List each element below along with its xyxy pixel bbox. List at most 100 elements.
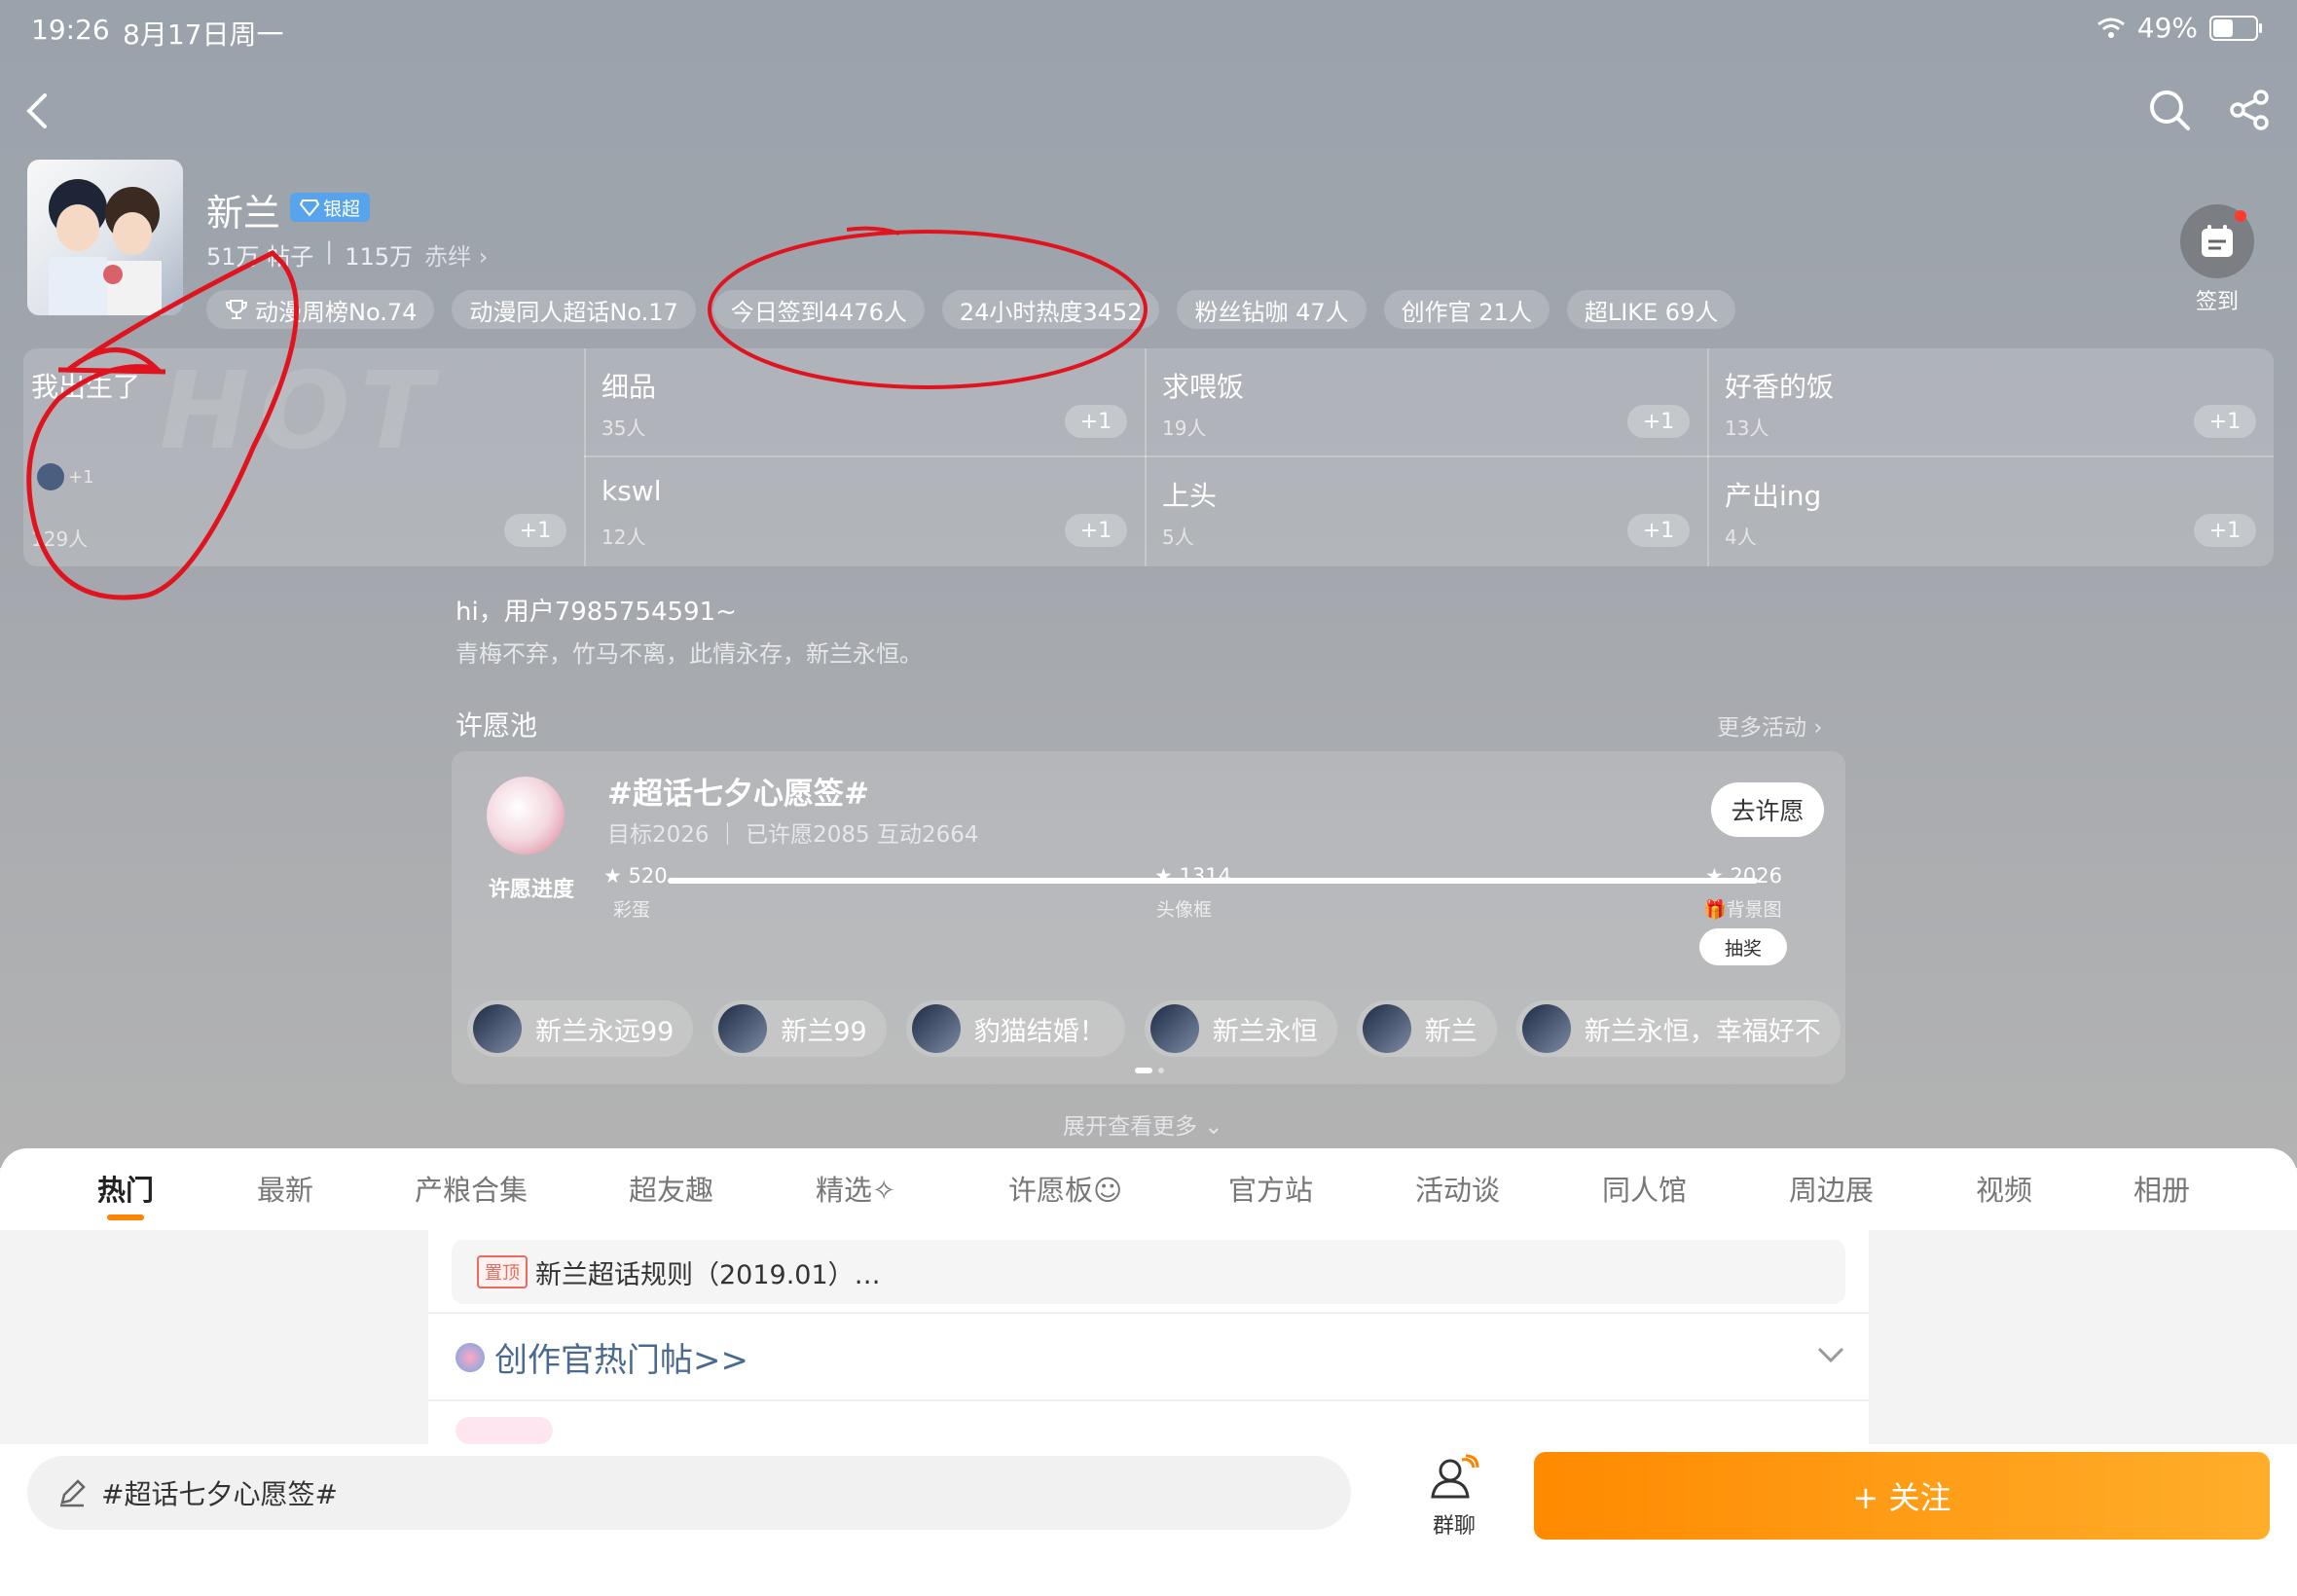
wisher-chip[interactable]: 新兰永远99 bbox=[467, 1000, 694, 1057]
reaction-cell[interactable]: 求喂饭 19人 +1 bbox=[1145, 348, 1707, 457]
reaction-name: 产出ing bbox=[1725, 480, 1822, 512]
compose-input[interactable]: #超话七夕心愿签# bbox=[27, 1456, 1351, 1530]
status-date: 8月17日周一 bbox=[123, 18, 284, 51]
tab-merch[interactable]: 周边展 bbox=[1789, 1168, 1874, 1209]
reaction-big-cell[interactable]: HOT 我出生了 +1 129人 +1 bbox=[23, 348, 586, 566]
plus-one-button[interactable]: +1 bbox=[1627, 405, 1690, 438]
reaction-column: 求喂饭 19人 +1 上头 5人 +1 bbox=[1145, 348, 1709, 566]
plus-one-button[interactable]: +1 bbox=[2194, 514, 2256, 547]
wisher-chip[interactable]: 新兰 bbox=[1356, 1000, 1497, 1057]
tab-wishboard[interactable]: 许愿板☺ bbox=[1008, 1168, 1122, 1209]
wisher-chip[interactable]: 新兰永恒 bbox=[1144, 1000, 1337, 1057]
tag-superlike[interactable]: 超LIKE 69人 bbox=[1566, 290, 1736, 329]
tab-fanart[interactable]: 同人馆 bbox=[1602, 1168, 1687, 1209]
tag-fan-rank[interactable]: 动漫同人超话No.17 bbox=[452, 290, 696, 329]
user-avatar bbox=[1521, 1004, 1571, 1053]
plus-one-button[interactable]: +1 bbox=[1627, 514, 1690, 547]
tab-featured[interactable]: 精选✧ bbox=[816, 1168, 895, 1209]
reaction-count: 12人 bbox=[602, 526, 646, 549]
tag-diamond-fans[interactable]: 粉丝钻咖 47人 bbox=[1177, 290, 1367, 329]
tag-weekly-rank[interactable]: 动漫周榜No.74 bbox=[206, 290, 435, 329]
more-activities-link[interactable]: 更多活动 › bbox=[1717, 708, 1823, 742]
tag-creators[interactable]: 创作官 21人 bbox=[1383, 290, 1550, 329]
user-avatar bbox=[37, 463, 64, 490]
supertopic-avatar[interactable] bbox=[27, 160, 183, 315]
tab-friends[interactable]: 超友趣 bbox=[629, 1168, 713, 1209]
signin-button[interactable]: 签到 bbox=[2178, 204, 2256, 315]
gift-box-icon bbox=[487, 777, 565, 854]
featured-icon: ✧ bbox=[872, 1174, 896, 1207]
reaction-name: 好香的饭 bbox=[1725, 371, 1835, 403]
search-icon[interactable] bbox=[2145, 86, 2194, 134]
plus-one-button[interactable]: +1 bbox=[2194, 405, 2256, 438]
avatar-art-icon bbox=[49, 179, 162, 315]
reaction-cell[interactable]: kswl 12人 +1 bbox=[584, 457, 1145, 566]
supertopic-header-area: 19:26 8月17日周一 49% 新兰 银超 51万 帖子 | 115万 赤绊… bbox=[0, 0, 2297, 1168]
back-icon[interactable] bbox=[18, 88, 56, 134]
reaction-cell[interactable]: 上头 5人 +1 bbox=[1145, 457, 1707, 566]
tab-events[interactable]: 活动谈 bbox=[1415, 1168, 1500, 1209]
wisher-chip[interactable]: 豹猫结婚！ bbox=[905, 1000, 1125, 1057]
creator-hot-posts-link[interactable]: 创作官热门帖>> bbox=[456, 1333, 748, 1381]
reaction-users: +1 bbox=[37, 463, 94, 490]
fans-count: 115万 bbox=[345, 243, 414, 271]
pinned-post[interactable]: 置顶 新兰超话规则（2019.01）… bbox=[452, 1240, 1845, 1304]
tag-heat[interactable]: 24小时热度3452 bbox=[941, 290, 1160, 329]
tag-row: 动漫周榜No.74 动漫同人超话No.17 今日签到4476人 24小时热度34… bbox=[206, 290, 1736, 329]
user-avatar bbox=[473, 1004, 522, 1053]
tab-album[interactable]: 相册 bbox=[2133, 1168, 2190, 1209]
user-avatar bbox=[718, 1004, 768, 1053]
reaction-count: 35人 bbox=[602, 417, 646, 440]
bottom-bar: #超话七夕心愿签# 群聊 + 关注 bbox=[0, 1444, 2297, 1596]
plus-one-button[interactable]: +1 bbox=[504, 514, 566, 547]
wisher-chip[interactable]: 新兰永恒，幸福好不 bbox=[1515, 1000, 1841, 1057]
milestone-reward: 彩蛋 bbox=[613, 899, 651, 921]
wisher-chip[interactable]: 新兰99 bbox=[712, 1000, 887, 1057]
reaction-grid: HOT 我出生了 +1 129人 +1 细品 35人 +1 kswl 12人 +… bbox=[23, 348, 2274, 566]
status-bar: 19:26 8月17日周一 49% bbox=[0, 0, 2297, 60]
stat-divider: | bbox=[325, 237, 334, 265]
group-chat-icon bbox=[1431, 1454, 1479, 1499]
tab-official[interactable]: 官方站 bbox=[1228, 1168, 1313, 1209]
tab-video[interactable]: 视频 bbox=[1976, 1168, 2032, 1209]
plus-one-button[interactable]: +1 bbox=[1065, 405, 1127, 438]
carousel-dots bbox=[1135, 1068, 1164, 1073]
share-icon[interactable] bbox=[2225, 86, 2274, 134]
make-wish-button[interactable]: 去许愿 bbox=[1711, 782, 1824, 837]
wish-pool-title: 许愿池 bbox=[456, 709, 538, 742]
calendar-icon bbox=[2180, 204, 2254, 278]
wish-card[interactable]: 许愿进度 #超话七夕心愿签# 目标2026 ｜ 已许愿2085 互动2664 去… bbox=[452, 751, 1845, 1084]
group-chat-label: 群聊 bbox=[1432, 1514, 1476, 1539]
progress-label: 许愿进度 bbox=[489, 878, 575, 902]
silver-badge[interactable]: 银超 bbox=[290, 193, 371, 222]
tab-collections[interactable]: 产粮合集 bbox=[415, 1168, 528, 1209]
post-preview-image[interactable] bbox=[456, 1417, 553, 1444]
milestone-reward: 🎁背景图 bbox=[1703, 899, 1782, 921]
pinned-tag: 置顶 bbox=[477, 1255, 528, 1288]
group-chat-button[interactable]: 群聊 bbox=[1417, 1454, 1491, 1540]
nav-bar bbox=[0, 82, 2297, 140]
expand-more-link[interactable]: 展开查看更多 ⌄ bbox=[1063, 1107, 1223, 1141]
reaction-name: kswl bbox=[602, 475, 662, 507]
reaction-count: 4人 bbox=[1725, 526, 1757, 549]
reaction-name: 上头 bbox=[1162, 480, 1218, 512]
user-avatar bbox=[1362, 1004, 1411, 1053]
signin-label: 签到 bbox=[2195, 290, 2239, 314]
reaction-column: 好香的饭 13人 +1 产出ing 4人 +1 bbox=[1707, 348, 2274, 566]
battery-percent: 49% bbox=[2136, 12, 2198, 44]
fans-unit[interactable]: 赤绊 › bbox=[424, 237, 488, 272]
wisher-list: 新兰永远99 新兰99 豹猫结婚！ 新兰永恒 新兰 新兰永恒，幸福好不 bbox=[467, 1000, 1845, 1057]
tab-latest[interactable]: 最新 bbox=[257, 1168, 313, 1209]
tag-checkin-count[interactable]: 今日签到4476人 bbox=[712, 290, 925, 329]
badge-label: 银超 bbox=[323, 198, 361, 220]
plus-one-button[interactable]: +1 bbox=[1065, 514, 1127, 547]
reaction-cell[interactable]: 细品 35人 +1 bbox=[584, 348, 1145, 457]
user-avatar bbox=[1149, 1004, 1199, 1053]
chevron-down-icon[interactable] bbox=[1816, 1345, 1845, 1364]
reaction-cell[interactable]: 好香的饭 13人 +1 bbox=[1707, 348, 2274, 457]
tab-hot[interactable]: 热门 bbox=[97, 1168, 154, 1220]
follow-button[interactable]: + 关注 bbox=[1534, 1452, 2270, 1540]
lottery-button[interactable]: 抽奖 bbox=[1699, 928, 1787, 965]
status-right: 49% bbox=[2096, 12, 2262, 44]
reaction-cell[interactable]: 产出ing 4人 +1 bbox=[1707, 457, 2274, 566]
